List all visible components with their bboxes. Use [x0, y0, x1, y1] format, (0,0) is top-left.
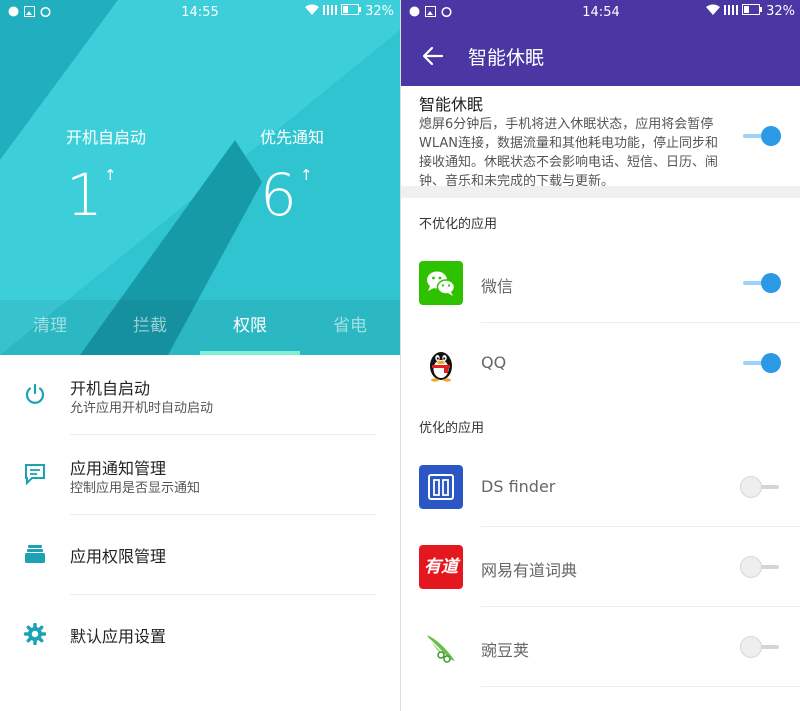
arrow-up-icon: ↑ [104, 166, 117, 184]
app-bar: 14:54 32% 智能休眠 [401, 0, 800, 86]
divider [481, 686, 800, 687]
security-center-screen: 14:55 32% 开机自启动 1 ↑ 优先通知 6 ↑ 清理 拦截 权限 省电 [0, 0, 400, 711]
app-row-ds-finder[interactable]: DS finder [401, 447, 800, 527]
stat-autostart[interactable]: 开机自启动 1 ↑ [66, 124, 146, 224]
tab-power-save[interactable]: 省电 [300, 300, 400, 355]
app-sleep-toggle[interactable] [741, 635, 781, 659]
app-name: 微信 [481, 277, 514, 296]
menu-item-title: 应用通知管理 [70, 459, 167, 478]
app-row-youdao[interactable]: 有道 网易有道词典 [401, 527, 800, 607]
arrow-up-icon: ↑ [300, 166, 313, 184]
signal-icon [724, 4, 739, 19]
tab-bar: 清理 拦截 权限 省电 [0, 300, 400, 355]
setting-heading: 智能休眠 [419, 95, 484, 114]
section-separator [401, 186, 800, 198]
back-arrow-icon[interactable] [421, 44, 445, 68]
permissions-menu: 开机自启动 允许应用开机时自动启动 应用通知管理 控制应用是否显示通知 应用权限… [0, 355, 400, 675]
wandoujia-icon [419, 625, 463, 669]
menu-item-default-apps[interactable]: 默认应用设置 [0, 595, 400, 675]
battery-percent: 32% [365, 4, 394, 19]
ds-finder-icon [419, 465, 463, 509]
menu-item-subtitle: 允许应用开机时自动启动 [70, 401, 214, 416]
gear-icon [23, 622, 47, 646]
smart-sleep-setting: 智能休眠 熄屏6分钟后，手机将进入休眠状态，应用将会暂停WLAN连接，数据流量和… [401, 86, 800, 189]
stat-value: 6 [260, 161, 297, 229]
smart-sleep-toggle[interactable] [741, 124, 781, 148]
app-sleep-toggle[interactable] [741, 475, 781, 499]
app-name: 豌豆荚 [481, 641, 530, 660]
wifi-icon [305, 4, 320, 19]
tab-clean[interactable]: 清理 [0, 300, 100, 355]
battery-icon [341, 4, 362, 19]
page-title: 智能休眠 [468, 47, 545, 69]
setting-description: 熄屏6分钟后，手机将进入休眠状态，应用将会暂停WLAN连接，数据流量和其他耗电功… [419, 117, 719, 189]
wifi-icon [706, 4, 721, 19]
app-sleep-toggle[interactable] [741, 271, 781, 295]
smart-sleep-screen: 14:54 32% 智能休眠 智能休眠 熄屏6分钟后，手机将进入休眠状态，应用将… [400, 0, 800, 711]
section-label-unoptimized: 不优化的应用 [419, 217, 498, 232]
tab-permissions[interactable]: 权限 [200, 300, 300, 355]
menu-item-subtitle: 控制应用是否显示通知 [70, 481, 201, 496]
signal-icon [323, 4, 338, 19]
app-row-qq[interactable]: QQ [401, 323, 800, 403]
app-row-wechat[interactable]: 微信 [401, 243, 800, 323]
status-bar: 14:54 32% [401, 0, 800, 26]
stat-label: 优先通知 [260, 128, 325, 147]
status-bar: 14:55 32% [0, 0, 400, 26]
app-row-wandoujia[interactable]: 豌豆荚 [401, 607, 800, 687]
youdao-icon: 有道 [419, 545, 463, 589]
app-name: DS finder [481, 477, 556, 496]
power-icon [24, 383, 46, 405]
menu-item-notification-manager[interactable]: 应用通知管理 控制应用是否显示通知 [0, 435, 400, 515]
app-sleep-toggle[interactable] [741, 555, 781, 579]
app-name: QQ [481, 353, 507, 372]
stats-hero: 14:55 32% 开机自启动 1 ↑ 优先通知 6 ↑ 清理 拦截 权限 省电 [0, 0, 400, 355]
tab-block[interactable]: 拦截 [100, 300, 200, 355]
app-name: 网易有道词典 [481, 561, 578, 580]
menu-item-title: 开机自启动 [70, 379, 151, 398]
menu-item-title: 应用权限管理 [70, 547, 167, 566]
qq-icon [419, 341, 463, 385]
battery-percent: 32% [766, 4, 795, 19]
menu-item-autostart[interactable]: 开机自启动 允许应用开机时自动启动 [0, 355, 400, 435]
stat-priority-notify[interactable]: 优先通知 6 ↑ [260, 124, 324, 224]
menu-item-title: 默认应用设置 [70, 627, 167, 646]
layers-icon [24, 543, 46, 565]
message-icon [24, 463, 46, 486]
app-sleep-toggle[interactable] [741, 351, 781, 375]
menu-item-permission-manager[interactable]: 应用权限管理 [0, 515, 400, 595]
battery-icon [742, 4, 763, 19]
stat-label: 开机自启动 [66, 128, 147, 147]
section-label-optimized: 优化的应用 [419, 421, 485, 436]
wechat-icon [419, 261, 463, 305]
